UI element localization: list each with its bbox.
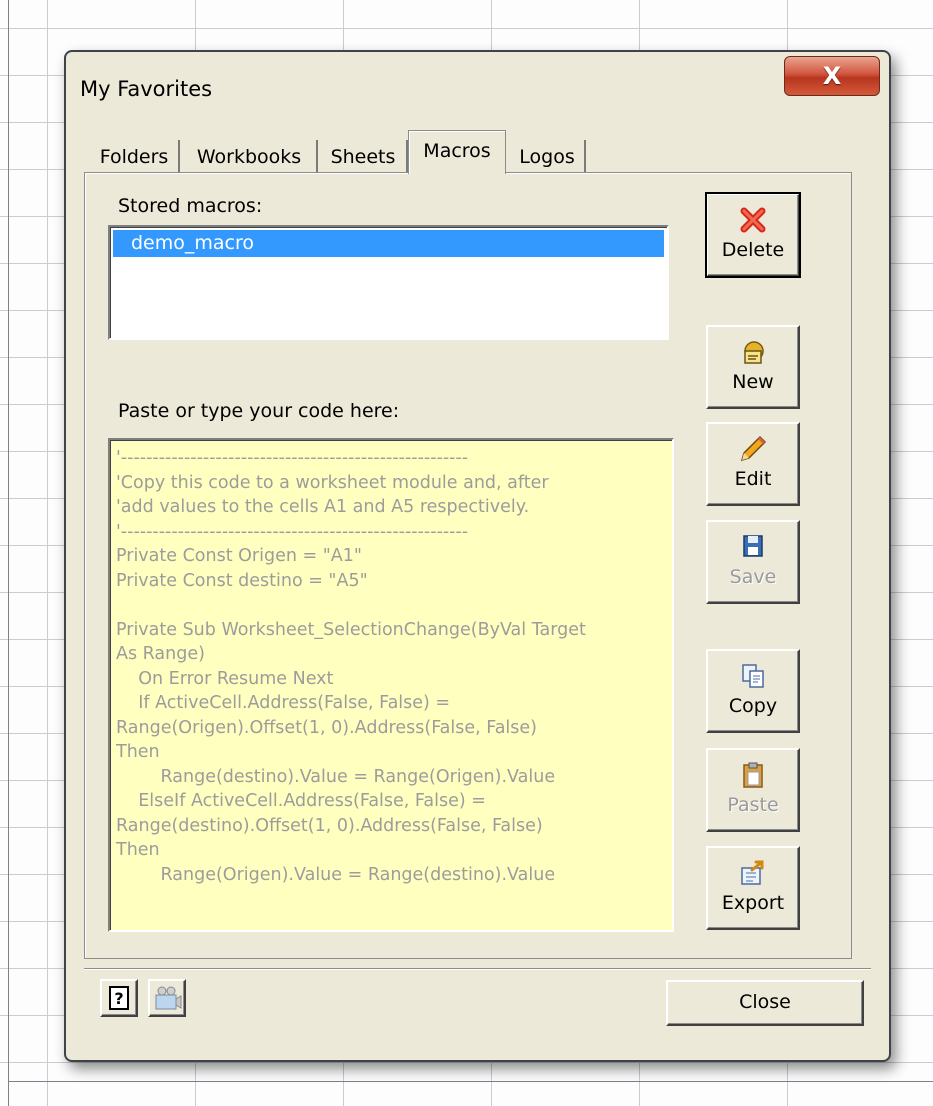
code-line: 'add values to the cells A1 and A5 respe… [116, 497, 530, 517]
new-label: New [732, 371, 774, 393]
export-button[interactable]: Export [706, 846, 800, 930]
code-line: Range(Origen).Value = Range(destino).Val… [116, 864, 556, 885]
new-macro-icon [744, 341, 764, 364]
edit-button[interactable]: Edit [706, 422, 800, 506]
new-button[interactable]: New [706, 325, 800, 409]
copy-button[interactable]: Copy [706, 649, 800, 733]
video-tutorial-button[interactable] [148, 979, 186, 1017]
code-line: '---------------------------------------… [116, 448, 469, 468]
save-button[interactable]: Save [706, 520, 800, 604]
code-line: Range(destino).Value = Range(Origen).Val… [116, 766, 556, 787]
my-favorites-dialog: My Favorites X Folders Workbooks Sheets … [64, 50, 891, 1062]
help-button[interactable]: ? [100, 979, 138, 1017]
save-label: Save [729, 566, 777, 588]
tab-folders[interactable]: Folders [90, 140, 180, 174]
code-line: As Range) [116, 644, 205, 664]
code-line: Private Const Origen = "A1" [116, 546, 362, 566]
tab-logos[interactable]: Logos [510, 140, 586, 174]
code-line: ElseIf ActiveCell.Address(False, False) … [116, 791, 486, 811]
delete-label: Delete [721, 239, 785, 261]
video-camera-icon [155, 986, 182, 1010]
code-editor[interactable]: '---------------------------------------… [108, 438, 674, 932]
copy-icon [742, 664, 764, 688]
worksheet-bottom-border [8, 1081, 933, 1082]
paste-button[interactable]: Paste [706, 748, 800, 832]
help-glyph: ? [114, 989, 123, 1008]
code-line: Then [116, 840, 160, 860]
code-line: If ActiveCell.Address(False, False) = [116, 693, 451, 713]
code-line: Private Sub Worksheet_SelectionChange(By… [116, 619, 586, 640]
tab-workbooks[interactable]: Workbooks [182, 140, 318, 174]
export-label: Export [721, 892, 785, 914]
code-line: On Error Resume Next [116, 668, 334, 689]
code-line: Range(destino).Offset(1, 0).Address(Fals… [116, 815, 543, 836]
tab-sheets[interactable]: Sheets [320, 140, 408, 174]
stored-macros-listbox[interactable]: demo_macro [108, 225, 669, 340]
help-icon: ? [109, 986, 129, 1010]
footer-separator [84, 968, 871, 970]
delete-button[interactable]: Delete [705, 192, 801, 278]
worksheet-left-border [8, 0, 9, 1106]
red-x-icon [740, 207, 766, 233]
paste-label: Paste [727, 794, 779, 816]
tab-macros[interactable]: Macros [408, 130, 506, 174]
code-line: Private Const destino = "A5" [116, 570, 368, 591]
close-button[interactable]: Close [666, 980, 864, 1026]
title-close-button[interactable]: X [784, 56, 880, 96]
clipboard-icon [743, 762, 763, 788]
export-icon [741, 860, 764, 885]
pencil-icon [740, 435, 767, 462]
edit-label: Edit [734, 468, 772, 490]
code-line: '---------------------------------------… [116, 521, 469, 542]
code-line: Range(Origen).Offset(1, 0).Address(False… [116, 717, 537, 738]
list-item[interactable]: demo_macro [113, 230, 664, 257]
stored-macros-label: Stored macros: [118, 195, 263, 217]
code-line: Then [116, 742, 160, 762]
copy-label: Copy [728, 695, 778, 717]
code-label: Paste or type your code here: [118, 400, 400, 422]
code-line: 'Copy this code to a worksheet module an… [116, 472, 549, 493]
dialog-title: My Favorites [80, 77, 213, 101]
floppy-disk-icon [743, 535, 763, 557]
